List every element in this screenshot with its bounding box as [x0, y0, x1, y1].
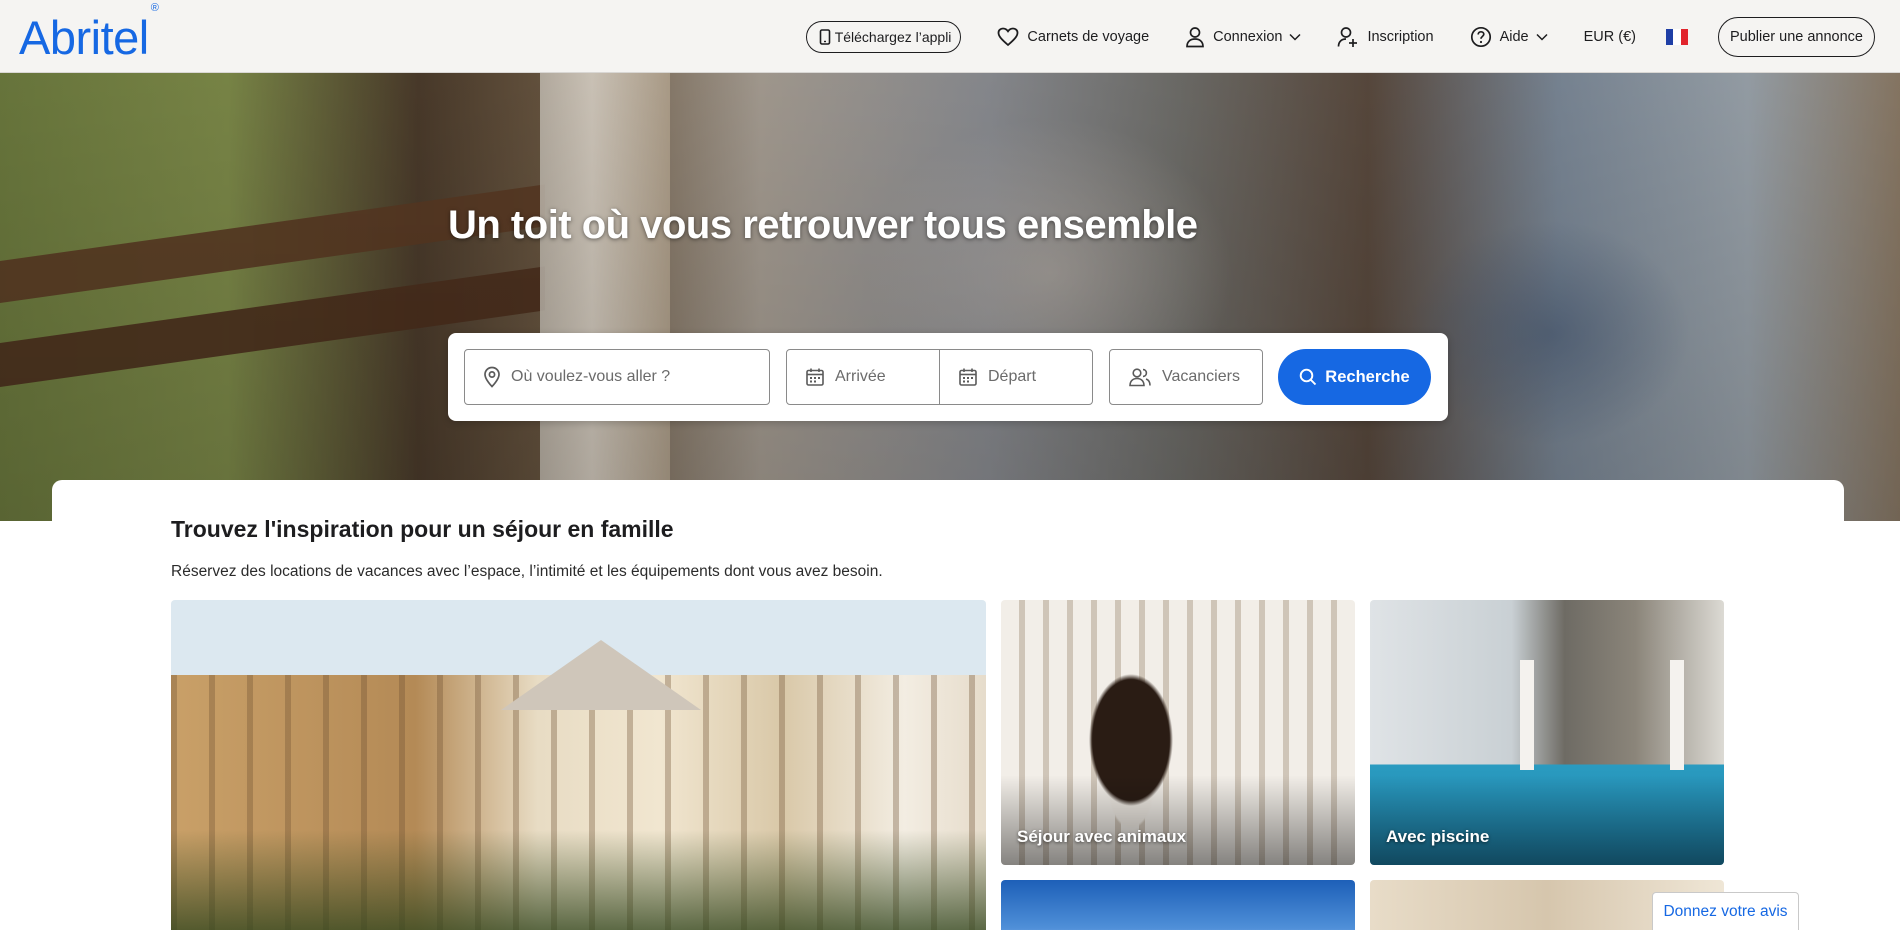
checkin-date-input[interactable]: Arrivée: [786, 349, 940, 405]
phone-icon: [819, 28, 830, 45]
destination-placeholder: Où voulez-vous aller ?: [511, 368, 671, 385]
tile-sky[interactable]: [1001, 880, 1355, 930]
top-header: Abritel® Téléchargez l’appli Carnets de …: [0, 0, 1900, 73]
help-label: Aide: [1499, 28, 1529, 45]
tile-pets-label: Séjour avec animaux: [1017, 827, 1187, 846]
location-pin-icon: [484, 366, 500, 388]
travelers-input[interactable]: Vacanciers: [1109, 349, 1263, 405]
help-menu[interactable]: Aide: [1470, 26, 1548, 48]
publish-listing-label: Publier une annonce: [1729, 28, 1863, 45]
download-app-button[interactable]: Téléchargez l’appli: [805, 20, 962, 53]
heart-icon: [998, 27, 1019, 46]
currency-label: EUR (€): [1583, 28, 1636, 45]
signup-link[interactable]: Inscription: [1337, 26, 1434, 48]
calendar-icon: [959, 368, 977, 386]
publish-listing-button[interactable]: Publier une annonce: [1717, 16, 1875, 57]
france-flag-icon[interactable]: [1665, 28, 1688, 45]
search-icon: [1300, 368, 1317, 386]
feedback-button[interactable]: Donnez votre avis: [1652, 892, 1799, 930]
trips-label: Carnets de voyage: [1027, 28, 1150, 45]
travelers-icon: [1129, 368, 1151, 387]
add-user-icon: [1338, 26, 1358, 47]
signup-label: Inscription: [1367, 28, 1434, 45]
user-icon: [1186, 26, 1204, 47]
checkout-date-input[interactable]: Départ: [939, 349, 1093, 405]
chevron-down-icon: [1536, 33, 1548, 41]
search-form: Où voulez-vous aller ? Arrivée Départ Va…: [448, 333, 1448, 421]
abritel-logo[interactable]: Abritel®: [19, 2, 159, 65]
calendar-icon: [806, 368, 824, 386]
currency-selector[interactable]: EUR (€): [1584, 29, 1636, 45]
section-subtitle: Réservez des locations de vacances avec …: [171, 563, 883, 580]
download-app-label: Téléchargez l’appli: [834, 28, 952, 45]
help-icon: [1470, 26, 1491, 47]
top-nav: Téléchargez l’appli Carnets de voyage Co…: [805, 0, 1875, 73]
tile-pool[interactable]: Avec piscine: [1370, 600, 1724, 865]
section-title: Trouvez l'inspiration pour un séjour en …: [171, 516, 674, 542]
hero-banner: Un toit où vous retrouver tous ensemble …: [0, 73, 1900, 521]
signin-menu[interactable]: Connexion: [1185, 26, 1301, 48]
signin-label: Connexion: [1213, 28, 1283, 45]
checkout-placeholder: Départ: [988, 368, 1037, 385]
chevron-down-icon: [1289, 33, 1301, 41]
destination-input[interactable]: Où voulez-vous aller ?: [464, 349, 770, 405]
travelers-placeholder: Vacanciers: [1162, 368, 1240, 385]
checkin-placeholder: Arrivée: [835, 368, 886, 385]
search-button[interactable]: Recherche: [1278, 349, 1431, 405]
tile-family-beach-houses[interactable]: [171, 600, 986, 930]
feedback-label: Donnez votre avis: [1663, 902, 1788, 920]
tile-pool-label: Avec piscine: [1386, 827, 1490, 846]
inspiration-section: Trouvez l'inspiration pour un séjour en …: [52, 480, 1844, 930]
search-button-label: Recherche: [1325, 367, 1410, 386]
trips-link[interactable]: Carnets de voyage: [997, 27, 1149, 47]
hero-title: Un toit où vous retrouver tous ensemble: [448, 203, 1198, 247]
tile-pets[interactable]: Séjour avec animaux: [1001, 600, 1355, 865]
